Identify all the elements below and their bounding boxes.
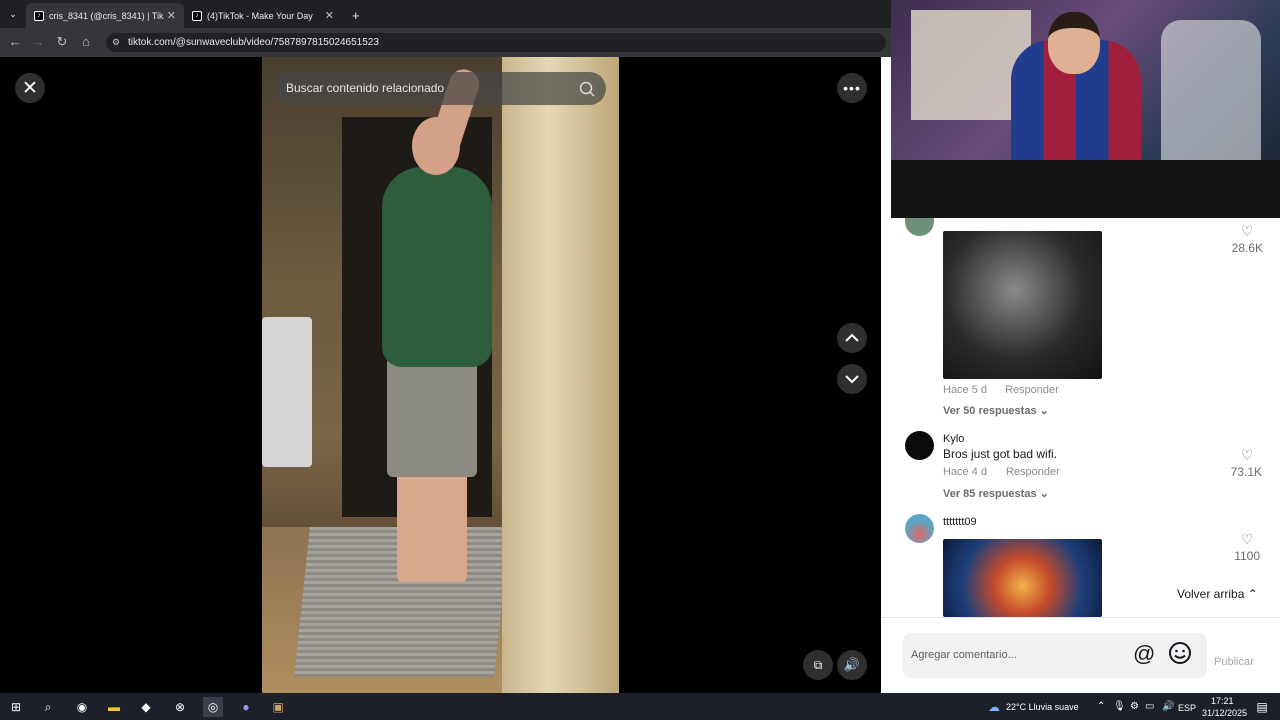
search-icon[interactable]: ⌕: [38, 697, 58, 717]
comment-text: Bros just got bad wifi.: [943, 447, 1058, 461]
clock-date[interactable]: 31/12/2025: [1202, 708, 1247, 718]
comment-author[interactable]: ttttttt09: [943, 516, 977, 528]
webcam-desk: [891, 160, 1280, 218]
tab-list-button[interactable]: ⌄: [4, 6, 22, 22]
overwolf-icon[interactable]: ⊗: [170, 697, 190, 717]
close-tab-icon[interactable]: ✕: [167, 9, 176, 22]
related-search-input[interactable]: Buscar contenido relacionado: [274, 72, 606, 105]
comment-image-cosmic-portrait[interactable]: [943, 539, 1102, 617]
next-video-button[interactable]: [837, 364, 867, 394]
view-replies-button[interactable]: Ver 85 respuestas ⌄: [943, 487, 1049, 500]
language-indicator[interactable]: ESP: [1178, 703, 1196, 713]
emoji-icon[interactable]: [1168, 641, 1192, 665]
weather-text[interactable]: 22°C Lluvia suave: [1006, 702, 1079, 712]
video-washer: [262, 317, 312, 467]
clock-time[interactable]: 17:21: [1211, 696, 1234, 706]
microphone-icon[interactable]: 🎙: [1113, 701, 1126, 712]
heart-icon[interactable]: ♡: [1237, 223, 1257, 240]
webcam-overlay: [891, 0, 1280, 218]
browser-tab-bar: ⌄ ♪ cris_8341 (@cris_8341) | Tik ✕ ♪ (4)…: [0, 0, 891, 28]
tiktok-icon: ♪: [192, 10, 202, 21]
steam-icon[interactable]: ◉: [72, 697, 92, 717]
chevron-down-icon: [845, 375, 859, 384]
webcam-head: [1048, 12, 1100, 74]
avatar[interactable]: [905, 514, 934, 543]
like-count: 73.1K: [1230, 465, 1262, 479]
previous-video-button[interactable]: [837, 323, 867, 353]
network-icon[interactable]: ▭: [1145, 701, 1154, 712]
heart-icon[interactable]: ♡: [1237, 531, 1257, 548]
search-icon[interactable]: [578, 80, 596, 98]
tab-cris[interactable]: ♪ cris_8341 (@cris_8341) | Tik ✕: [26, 3, 184, 28]
heart-icon[interactable]: ♡: [1237, 447, 1257, 464]
reply-button[interactable]: Responder: [1005, 384, 1059, 396]
view-replies-button[interactable]: Ver 50 respuestas ⌄: [943, 404, 1049, 417]
package-icon[interactable]: ▣: [268, 697, 288, 717]
like-count: 28.6K: [1231, 241, 1263, 255]
taskbar: [0, 693, 1280, 720]
tab-title: cris_8341 (@cris_8341) | Tik: [49, 10, 164, 21]
video-shorts: [387, 357, 477, 477]
weather-icon: ☁: [988, 700, 1000, 714]
back-icon[interactable]: ←: [7, 34, 23, 49]
start-icon[interactable]: ⊞: [6, 697, 26, 717]
publish-button[interactable]: Publicar: [1214, 656, 1254, 668]
notifications-icon[interactable]: ▤: [1252, 697, 1272, 717]
video-door: [502, 57, 619, 693]
back-to-top-button[interactable]: Volver arriba ⌃: [1173, 584, 1262, 604]
comment-time: Hace 4 d: [943, 466, 988, 478]
video-legs: [397, 472, 467, 582]
site-info-icon[interactable]: ⚙: [112, 37, 122, 47]
mention-icon[interactable]: @: [1133, 641, 1155, 667]
discord-icon[interactable]: ●: [236, 697, 256, 717]
more-icon: •••: [843, 80, 861, 96]
comment-time: Hace 5 d: [943, 384, 988, 396]
chrome-icon[interactable]: ◎: [203, 697, 223, 717]
comment-input[interactable]: Agregar comentario...: [903, 633, 1207, 678]
file-explorer-icon[interactable]: ▬: [104, 697, 124, 717]
more-options-button[interactable]: •••: [837, 73, 867, 103]
tab-tiktok[interactable]: ♪ (4)TikTok - Make Your Day ✕: [184, 3, 342, 28]
tray-app-icon[interactable]: ⚙: [1130, 701, 1139, 712]
close-icon: ✕: [22, 77, 38, 99]
reply-button[interactable]: Responder: [1006, 466, 1060, 478]
pip-icon: ⧉: [813, 657, 823, 672]
divider: [881, 617, 1280, 618]
forward-icon[interactable]: →: [30, 34, 46, 49]
floating-player-button[interactable]: ⧉: [803, 650, 833, 680]
comment-image-grayscale-portrait[interactable]: [943, 231, 1102, 379]
tab-title: (4)TikTok - Make Your Day: [207, 10, 313, 21]
avatar[interactable]: [905, 431, 934, 460]
video-head: [412, 117, 460, 175]
volume-icon: 🔊: [843, 657, 861, 672]
close-tab-icon[interactable]: ✕: [325, 9, 334, 22]
reload-icon[interactable]: ↻: [54, 34, 70, 50]
close-video-button[interactable]: ✕: [15, 73, 45, 103]
comment-author[interactable]: Kylo: [943, 433, 964, 445]
speaker-icon[interactable]: 🔊: [1162, 701, 1174, 712]
url-field[interactable]: tiktok.com/@sunwaveclub/video/7587897815…: [106, 33, 886, 52]
tray-chevron-icon[interactable]: ⌃: [1097, 701, 1105, 712]
like-count: 1100: [1234, 549, 1260, 563]
new-tab-button[interactable]: +: [344, 3, 364, 28]
video-player[interactable]: [262, 57, 619, 693]
tiktok-icon: ♪: [34, 10, 44, 21]
chevron-up-icon: [845, 333, 859, 342]
home-icon[interactable]: ⌂: [78, 34, 94, 49]
video-person: [382, 167, 492, 367]
volume-button[interactable]: 🔊: [837, 650, 867, 680]
app-icon[interactable]: ◆: [136, 697, 156, 717]
